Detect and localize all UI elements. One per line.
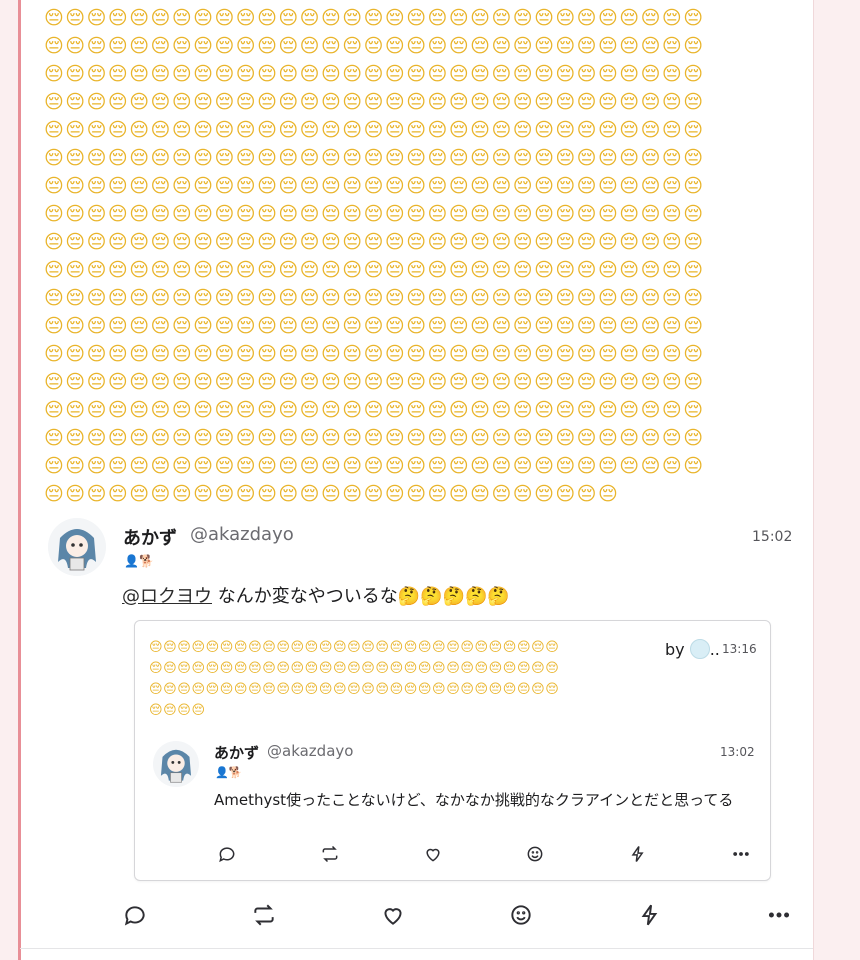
note-text: @ロクヨウ なんか変なやついるな🤔🤔🤔🤔🤔 — [122, 582, 510, 608]
emoji-note-body: 😔😔😔😔😔😔😔😔😔😔😔😔😔😔😔😔😔😔😔😔😔😔😔😔😔😔😔😔😔😔😔 😔😔😔😔😔😔😔😔😔… — [44, 4, 724, 508]
inner-note-text: Amethyst使ったことないけど、なかなか挑戦的なクラアインとだと思ってる — [214, 791, 734, 809]
lightning-icon — [641, 904, 658, 926]
emoji-row: 😔😔😔😔😔😔😔😔😔😔😔😔😔😔😔😔😔😔😔😔😔😔😔😔😔😔😔😔😔😔😔 — [44, 455, 705, 477]
emoji-row: 😔😔😔😔😔😔😔😔😔😔😔😔😔😔😔😔😔😔😔😔😔😔😔😔😔😔😔😔😔😔😔 — [44, 315, 705, 337]
emoji-row: 😔😔😔😔😔😔😔😔😔😔😔😔😔😔😔😔😔😔😔😔😔😔😔😔😔😔😔😔😔😔😔 — [44, 371, 705, 393]
quoted-time[interactable]: 13:16 — [722, 642, 757, 656]
quoted-emoji-row: 😔😔😔😔😔😔😔😔😔😔😔😔😔😔😔😔😔😔😔😔😔😔😔😔😔😔😔😔😔 — [149, 640, 560, 655]
heart-icon — [426, 848, 440, 862]
more-icon — [733, 852, 749, 856]
display-name[interactable]: あかず — [123, 524, 177, 550]
renoted-by: by .. — [665, 639, 720, 659]
emoji-row: 😔😔😔😔😔😔😔😔😔😔😔😔😔😔😔😔😔😔😔😔😔😔😔😔😔😔😔😔😔😔😔 — [44, 427, 705, 449]
emoji-row: 😔😔😔😔😔😔😔😔😔😔😔😔😔😔😔😔😔😔😔😔😔😔😔😔😔😔😔😔😔😔😔 — [44, 63, 705, 85]
emoji-row: 😔😔😔😔😔😔😔😔😔😔😔😔😔😔😔😔😔😔😔😔😔😔😔😔😔😔😔😔😔😔😔 — [44, 343, 705, 365]
note-time[interactable]: 15:02 — [752, 529, 792, 545]
inner-handle[interactable]: @akazdayo — [267, 742, 353, 760]
quoted-emoji-body: 😔😔😔😔😔😔😔😔😔😔😔😔😔😔😔😔😔😔😔😔😔😔😔😔😔😔😔😔😔 😔😔😔😔😔😔😔😔😔😔😔… — [149, 637, 649, 721]
quoted-note[interactable]: 😔😔😔😔😔😔😔😔😔😔😔😔😔😔😔😔😔😔😔😔😔😔😔😔😔😔😔😔😔 😔😔😔😔😔😔😔😔😔😔😔… — [134, 620, 771, 881]
smile-icon — [511, 905, 532, 925]
emoji-row: 😔😔😔😔😔😔😔😔😔😔😔😔😔😔😔😔😔😔😔😔😔😔😔😔😔😔😔😔😔😔😔 — [44, 35, 705, 57]
inner-avatar[interactable] — [153, 741, 199, 787]
note-action-bar — [122, 902, 792, 928]
renote-icon — [254, 904, 274, 926]
renoter-avatar[interactable] — [689, 639, 710, 659]
renote-button[interactable] — [251, 902, 277, 928]
mention-link[interactable]: @ロクヨウ — [122, 586, 212, 607]
right-gutter — [813, 0, 860, 960]
emoji-row: 😔😔😔😔😔😔😔😔😔😔😔😔😔😔😔😔😔😔😔😔😔😔😔😔😔😔😔😔😔😔😔 — [44, 175, 705, 197]
inner-badges: 👤🐕 — [215, 766, 243, 779]
reaction-button[interactable] — [522, 841, 548, 867]
note-text-content: なんか変なやついるな — [212, 586, 398, 607]
user-badges: 👤🐕 — [124, 554, 154, 568]
emoji-row: 😔😔😔😔😔😔😔😔😔😔😔😔😔😔😔😔😔😔😔😔😔😔😔😔😔😔😔😔😔😔😔 — [44, 119, 705, 141]
avatar[interactable] — [48, 518, 106, 576]
emoji-row: 😔😔😔😔😔😔😔😔😔😔😔😔😔😔😔😔😔😔😔😔😔😔😔😔😔😔😔😔😔😔😔 — [44, 7, 705, 29]
inner-avatar-image — [153, 741, 199, 787]
smile-icon — [527, 846, 543, 862]
emoji-row: 😔😔😔😔😔😔😔😔😔😔😔😔😔😔😔😔😔😔😔😔😔😔😔😔😔😔😔 — [44, 483, 620, 505]
reaction-button[interactable] — [508, 902, 534, 928]
user-handle[interactable]: @akazdayo — [190, 524, 294, 545]
renote-icon — [322, 845, 338, 863]
like-button[interactable] — [380, 902, 406, 928]
lightning-icon — [631, 846, 644, 862]
emoji-row: 😔😔😔😔😔😔😔😔😔😔😔😔😔😔😔😔😔😔😔😔😔😔😔😔😔😔😔😔😔😔😔 — [44, 147, 705, 169]
by-label: by — [665, 640, 685, 659]
quoted-emoji-row: 😔😔😔😔😔😔😔😔😔😔😔😔😔😔😔😔😔😔😔😔😔😔😔😔😔😔😔😔😔 — [149, 661, 560, 676]
boost-button[interactable] — [625, 841, 651, 867]
inner-display-name[interactable]: あかず — [214, 742, 259, 763]
more-icon — [768, 912, 790, 918]
boost-button[interactable] — [637, 902, 663, 928]
avatar-image — [48, 518, 106, 576]
quoted-emoji-row: 😔😔😔😔 — [149, 703, 206, 718]
renoter-suffix: .. — [709, 640, 720, 659]
emoji-row: 😔😔😔😔😔😔😔😔😔😔😔😔😔😔😔😔😔😔😔😔😔😔😔😔😔😔😔😔😔😔😔 — [44, 287, 705, 309]
emoji-row: 😔😔😔😔😔😔😔😔😔😔😔😔😔😔😔😔😔😔😔😔😔😔😔😔😔😔😔😔😔😔😔 — [44, 231, 705, 253]
reply-button[interactable] — [122, 902, 148, 928]
inner-time[interactable]: 13:02 — [720, 745, 755, 759]
more-button[interactable] — [766, 902, 792, 928]
emoji-row: 😔😔😔😔😔😔😔😔😔😔😔😔😔😔😔😔😔😔😔😔😔😔😔😔😔😔😔😔😔😔😔 — [44, 91, 705, 113]
more-button[interactable] — [728, 841, 754, 867]
reply-button[interactable] — [214, 841, 240, 867]
reply-icon — [219, 847, 235, 863]
note-divider — [20, 948, 813, 949]
emoji-row: 😔😔😔😔😔😔😔😔😔😔😔😔😔😔😔😔😔😔😔😔😔😔😔😔😔😔😔😔😔😔😔 — [44, 259, 705, 281]
quoted-emoji-row: 😔😔😔😔😔😔😔😔😔😔😔😔😔😔😔😔😔😔😔😔😔😔😔😔😔😔😔😔😔 — [149, 682, 560, 697]
heart-icon — [384, 908, 402, 925]
emoji-row: 😔😔😔😔😔😔😔😔😔😔😔😔😔😔😔😔😔😔😔😔😔😔😔😔😔😔😔😔😔😔😔 — [44, 203, 705, 225]
reply-icon — [124, 906, 145, 926]
inner-action-bar — [214, 841, 754, 867]
thinking-emojis: 🤔🤔🤔🤔🤔 — [397, 586, 510, 607]
like-button[interactable] — [420, 841, 446, 867]
renote-button[interactable] — [317, 841, 343, 867]
emoji-row: 😔😔😔😔😔😔😔😔😔😔😔😔😔😔😔😔😔😔😔😔😔😔😔😔😔😔😔😔😔😔😔 — [44, 399, 705, 421]
